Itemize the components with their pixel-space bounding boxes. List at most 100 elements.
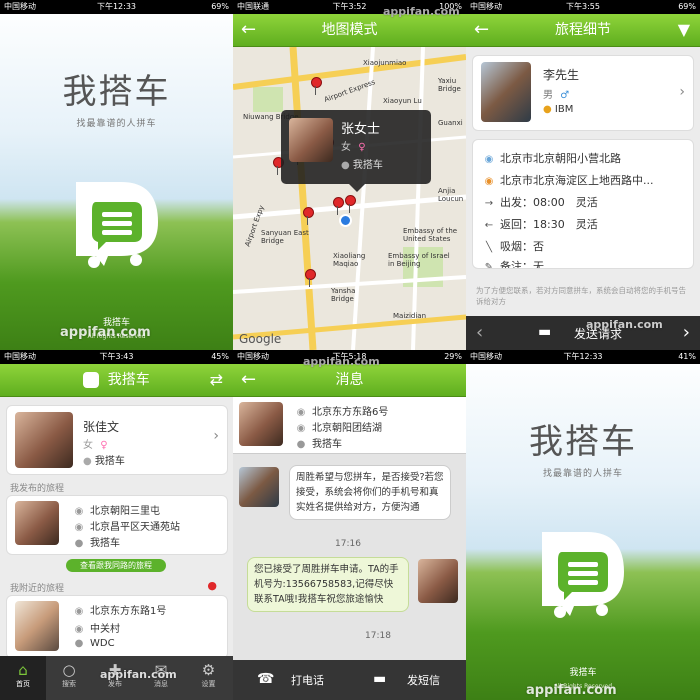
home-screen: 中国移动 下午3:43 45% 我搭车 ⇄ 张佳文 女 ♀ ● 我搭车 › 我发… xyxy=(0,350,233,700)
call-button[interactable]: 打电话 xyxy=(291,672,324,688)
gender-label: 女 xyxy=(341,142,351,153)
map-pin-icon[interactable] xyxy=(311,77,322,95)
start-location-icon: ◉ xyxy=(74,606,84,617)
map-label: Xiaoliang Maqiao xyxy=(333,252,366,268)
map-label: Yansha Bridge xyxy=(331,287,356,303)
action-bar: ☎ 打电话 ▬ 发短信 xyxy=(233,660,466,700)
my-trip-card[interactable]: ◉ 北京朝阳三里屯 ◉ 北京昌平区天通苑站 ● 我搭车 xyxy=(6,495,228,555)
badge-icon: ● xyxy=(341,160,350,171)
splash-screen: 中国移动 下午12:33 41% 我搭车 找最靠谱的人拼车 我搭车 All Ri… xyxy=(466,350,700,700)
google-logo: Google xyxy=(239,332,282,346)
chat-icon: ▬ xyxy=(538,324,552,340)
badge-icon: ● xyxy=(296,439,306,450)
avatar xyxy=(418,559,458,603)
map-label: Xiaoyun Lu xyxy=(383,97,422,105)
view-matching-trips-button[interactable]: 查看跟我同路的旅程 xyxy=(66,559,166,572)
nav-bar: ← 地图模式 xyxy=(233,14,466,47)
info-row: ╲ 吸烟：否 xyxy=(483,238,544,254)
back-arrow-icon[interactable]: ← xyxy=(474,14,489,46)
map-location-icon[interactable]: ▼ xyxy=(678,14,690,46)
badge-icon: ● xyxy=(83,456,92,467)
map-label: Xiaojunmiao xyxy=(363,59,407,67)
popup-brand: 我搭车 xyxy=(352,160,383,171)
watermark: appifan.com xyxy=(586,318,663,331)
map-pin-icon[interactable] xyxy=(305,269,316,287)
splash-screen: 中国移动 下午12:33 69% 我搭车 找最靠谱的人拼车 我搭车 All Ri… xyxy=(0,0,233,350)
back-arrow-icon[interactable]: ← xyxy=(241,14,256,46)
trip-to: 中关村 xyxy=(90,624,120,635)
tab-settings[interactable]: ⚙ 设置 xyxy=(184,656,233,700)
switch-icon[interactable]: ⇄ xyxy=(210,364,223,396)
map-pin-icon[interactable] xyxy=(303,207,314,225)
status-bar: 中国移动 下午12:33 41% xyxy=(466,350,700,364)
avatar xyxy=(289,118,333,162)
map-label: Embassy of the United States xyxy=(403,227,458,243)
gender-label: 男 xyxy=(543,90,553,101)
status-bar: 中国移动 下午3:43 45% xyxy=(0,350,233,364)
tab-home[interactable]: ⌂ 首页 xyxy=(0,656,46,700)
trip-info-card: ◉ 北京市北京朝阳小营北路 ◉ 北京市北京海淀区上地西路中... → 出发：08:00… xyxy=(472,139,694,269)
watermark: appifan.com xyxy=(100,668,177,681)
trip-from: 北京东方东路6号 xyxy=(312,407,389,418)
nav-bar: ← 消息 xyxy=(233,364,466,397)
watermark: appifan.com xyxy=(60,325,151,340)
avatar xyxy=(15,501,59,545)
female-icon: ♀ xyxy=(100,440,108,451)
avatar xyxy=(239,402,283,446)
nav-bar: 我搭车 ⇄ xyxy=(0,364,233,397)
clock: 下午3:43 xyxy=(99,352,134,361)
app-slogan: 找最靠谱的人拼车 xyxy=(76,119,157,129)
trip-detail-screen: 中国移动 下午3:55 69% ← 旅程细节 ▼ 李先生 男 ♂ ● IBM ›… xyxy=(466,0,700,350)
map-pin-icon[interactable] xyxy=(333,197,344,215)
badge-icon: ● xyxy=(74,538,84,549)
info-row: ◉ 北京市北京朝阳小营北路 xyxy=(484,152,621,165)
map-view[interactable]: Airport Express Xiaojunmiao Yaxiu Bridge… xyxy=(233,47,466,350)
app-logo-icon xyxy=(76,182,158,268)
watermark: appifan.com xyxy=(526,683,617,698)
send-request-bar[interactable]: ‹ ▬ 发送请求 › xyxy=(466,316,700,350)
profile-card[interactable]: 张佳文 女 ♀ ● 我搭车 › xyxy=(6,405,228,475)
map-label: Guanxi xyxy=(438,119,463,127)
battery: 69% xyxy=(211,2,229,11)
return-icon: ← xyxy=(484,220,494,231)
depart-icon: → xyxy=(484,198,494,209)
profile-name: 张佳文 xyxy=(83,420,120,434)
next-arrow-icon[interactable]: › xyxy=(683,322,690,343)
brand-label: 我搭车 xyxy=(569,668,597,678)
user-popup[interactable]: 张女士 女 ♀ ● 我搭车 xyxy=(281,110,431,192)
sms-icon: ▬ xyxy=(373,671,387,687)
home-icon: ⌂ xyxy=(18,661,28,679)
profile-card[interactable]: 李先生 男 ♂ ● IBM › xyxy=(472,55,694,131)
trip-to: 北京朝阳团结湖 xyxy=(312,423,382,434)
sms-button[interactable]: 发短信 xyxy=(407,672,440,688)
splash-background: 我搭车 找最靠谱的人拼车 我搭车 All Rights Reserved app… xyxy=(0,14,233,350)
page-title: 旅程细节 xyxy=(555,22,611,38)
popup-pointer xyxy=(349,184,365,192)
trip-header[interactable]: ◉ 北京东方东路6号 ◉ 北京朝阳团结湖 ● 我搭车 xyxy=(233,397,466,454)
info-row: ← 返回：18:30 灵活 xyxy=(484,218,598,231)
note-icon: ✎ xyxy=(484,262,494,269)
trip-brand: 我搭车 xyxy=(90,538,120,549)
section-title: 我发布的旅程 xyxy=(10,484,65,494)
content-area: 张佳文 女 ♀ ● 我搭车 › 我发布的旅程 ◉ 北京朝阳三里屯 ◉ 北京昌平区天通… xyxy=(0,397,233,659)
back-arrow-icon[interactable]: ← xyxy=(241,364,256,396)
end-location-icon: ◉ xyxy=(74,624,84,635)
nearby-trip-card[interactable]: ◉ 北京东方东路1号 ◉ 中关村 ● WDC xyxy=(6,595,228,659)
tab-search[interactable]: ○ 搜索 xyxy=(46,656,92,700)
app-slogan: 找最靠谱的人拼车 xyxy=(542,469,623,479)
map-label: Yaxiu Bridge xyxy=(438,77,461,93)
location-pin-icon[interactable]: ● xyxy=(207,579,217,592)
prev-arrow-icon[interactable]: ‹ xyxy=(476,322,483,343)
male-icon: ♂ xyxy=(560,90,570,101)
badge-icon: ● xyxy=(543,104,552,115)
map-label: Anjia Loucun xyxy=(438,187,464,203)
avatar xyxy=(481,62,531,122)
settings-icon: ⚙ xyxy=(201,661,216,679)
battery: 41% xyxy=(678,352,696,361)
avatar xyxy=(15,412,73,468)
map-pin-icon[interactable] xyxy=(345,195,356,213)
info-row: → 出发：08:00 灵活 xyxy=(484,196,598,209)
smoke-icon: ╲ xyxy=(485,242,493,253)
profile-brand: 我搭车 xyxy=(94,456,125,467)
info-row: ◉ 北京市北京海淀区上地西路中... xyxy=(484,174,654,187)
